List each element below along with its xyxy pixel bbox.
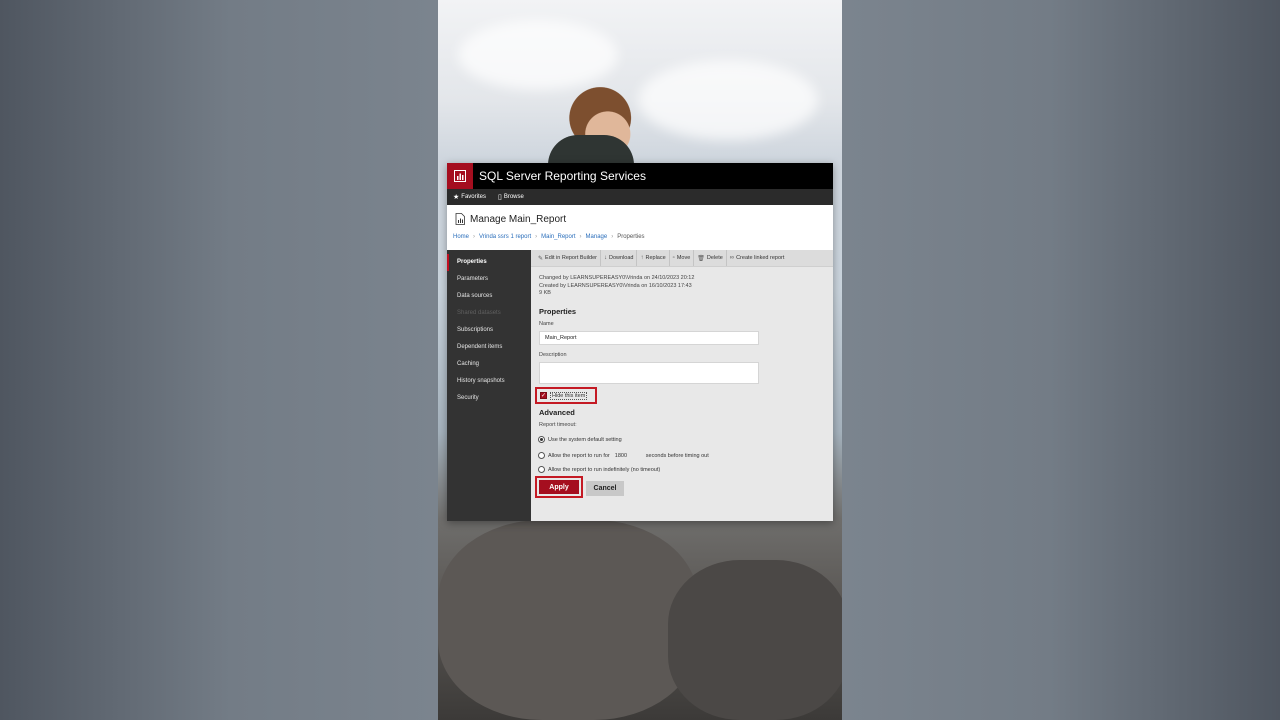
download-button[interactable]: ↓ Download [601,250,638,266]
document-icon: ▯ [497,194,502,201]
description-input[interactable] [539,362,759,384]
download-label: Download [609,255,634,261]
star-icon: ★ [453,194,460,201]
timeout-default-label: Use the system default setting [548,436,622,443]
sidebar-item-caching[interactable]: Caching [447,356,531,373]
breadcrumb-folder[interactable]: Vrinda ssrs 1 report [479,234,531,240]
breadcrumb: Home › Vrinda ssrs 1 report › Main_Repor… [453,234,645,240]
timeout-default-option[interactable]: Use the system default setting [538,436,622,443]
chevron-right-icon: › [473,234,476,240]
trash-icon: 🗑 [697,255,705,262]
file-size-text: 9 KB [539,290,551,296]
download-icon: ↓ [604,255,608,261]
sidebar-item-data-sources[interactable]: Data sources [447,288,531,305]
person-body [548,135,634,165]
timeout-default-radio[interactable] [538,436,545,443]
item-info: Changed by LEARNSUPEREASY0\Vrinda on 24/… [539,275,694,298]
sidebar-item-history-snapshots[interactable]: History snapshots [447,373,531,390]
timeout-indefinite-label: Allow the report to run indefinitely (no… [548,466,661,473]
move-label: Move [676,255,691,261]
apply-button[interactable]: Apply [539,480,579,494]
edit-report-builder-button[interactable]: ✎ Edit in Report Builder [535,250,602,266]
upload-icon: ↑ [640,255,644,261]
timeout-seconds-input[interactable] [612,451,643,460]
chevron-right-icon: › [535,234,538,240]
toolbar: ✎ Edit in Report Builder ↓ Download ↑ Re… [531,250,833,267]
sidebar-item-parameters[interactable]: Parameters [447,271,531,288]
page-title-text: Manage Main_Report [470,213,567,225]
sidebar-item-security[interactable]: Security [447,390,531,407]
report-timeout-label: Report timeout: [539,422,577,428]
timeout-indefinite-option[interactable]: Allow the report to run indefinitely (no… [538,466,660,473]
move-icon: ▫ [672,255,675,261]
main-panel: ✎ Edit in Report Builder ↓ Download ↑ Re… [531,250,833,521]
breadcrumb-report[interactable]: Main_Report [541,234,575,240]
pencil-icon: ✎ [538,255,544,262]
sidebar-item-properties[interactable]: Properties [447,254,531,271]
create-linked-report-button[interactable]: ∞ Create linked report [727,250,788,266]
nav-browse-label: Browse [503,194,524,200]
timeout-run-for-radio[interactable] [538,452,545,459]
report-file-icon [455,213,465,225]
hide-item-highlight: ✓ Hide this item [535,387,597,404]
sidebar-item-subscriptions[interactable]: Subscriptions [447,322,531,339]
move-button[interactable]: ▫ Move [670,250,695,266]
page-title: Manage Main_Report [455,213,566,225]
description-label: Description [539,352,567,358]
nav-bar: ★ Favorites ▯ Browse [447,189,833,205]
created-by-text: Created by LEARNSUPEREASY0\Vrinda on 16/… [539,282,692,289]
cloud [458,20,618,90]
ssrs-logo-icon[interactable] [447,163,473,189]
sidebar-item-shared-datasets: Shared datasets [457,310,501,316]
delete-button[interactable]: 🗑 Delete [694,250,727,266]
sidebar-item-dependent-items[interactable]: Dependent items [447,339,531,356]
hide-item-checkbox[interactable]: ✓ [540,392,547,399]
breadcrumb-home[interactable]: Home [453,234,469,240]
chevron-right-icon: › [579,234,582,240]
breadcrumb-current: Properties [617,234,645,240]
delete-label: Delete [706,255,723,261]
cloud [638,60,818,140]
linked-label: Create linked report [736,255,785,261]
timeout-indefinite-radio[interactable] [538,466,545,473]
nav-browse[interactable]: ▯ Browse [498,193,524,201]
name-input[interactable] [539,331,759,345]
replace-button[interactable]: ↑ Replace [637,250,670,266]
breadcrumb-manage[interactable]: Manage [586,234,608,240]
nav-favorites-label: Favorites [461,194,486,200]
changed-by-text: Changed by LEARNSUPEREASY0\Vrinda on 24/… [539,275,695,281]
timeout-run-for-option[interactable]: Allow the report to run for seconds befo… [538,451,709,460]
apply-button-highlight: Apply [535,476,583,498]
sidebar: Properties Parameters Data sources Share… [447,250,531,521]
timeout-run-for-prefix: Allow the report to run for [548,452,610,459]
cancel-button[interactable]: Cancel [586,481,624,496]
content-area: Properties Parameters Data sources Share… [447,250,833,521]
top-bar: SQL Server Reporting Services [447,163,833,189]
chevron-right-icon: › [611,234,614,240]
link-icon: ∞ [729,255,735,261]
hide-item-label[interactable]: Hide this item [550,391,588,400]
ssrs-window: SQL Server Reporting Services ★ Favorite… [447,163,833,521]
name-label: Name [539,321,554,327]
app-title: SQL Server Reporting Services [479,169,646,183]
replace-label: Replace [645,255,666,261]
timeout-run-for-suffix: seconds before timing out [645,452,709,459]
rock [668,560,842,720]
nav-favorites[interactable]: ★ Favorites [453,193,486,201]
rock [438,520,698,720]
advanced-heading: Advanced [539,408,575,417]
edit-label: Edit in Report Builder [545,255,598,261]
properties-heading: Properties [539,307,577,316]
page-header: Manage Main_Report Home › Vrinda ssrs 1 … [447,205,833,250]
